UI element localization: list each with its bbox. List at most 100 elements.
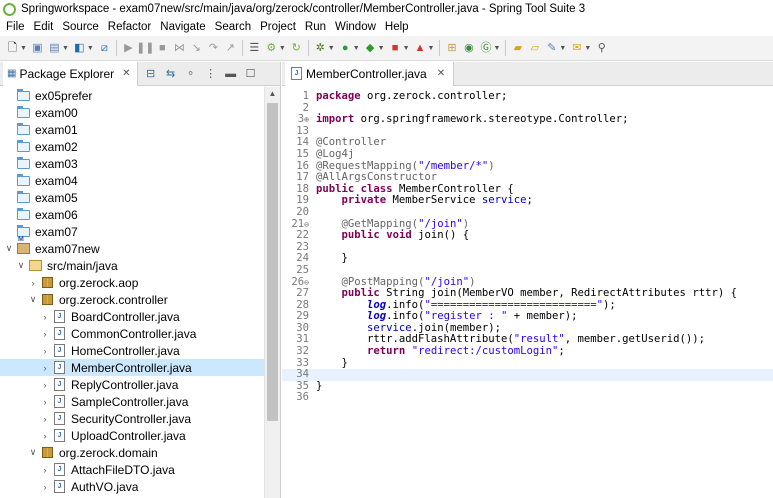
tree-item[interactable]: › CommonController.java (0, 325, 264, 342)
disconnect-icon[interactable]: ⋈ (173, 42, 186, 55)
skip-breakpoints-icon[interactable]: ⧄ (98, 42, 111, 55)
scroll-up-icon[interactable]: ▲ (265, 87, 280, 101)
code-line[interactable]: 23 (282, 241, 773, 254)
resume-icon[interactable]: ▶ (122, 42, 135, 55)
tree-item[interactable]: › MemberController.java (0, 359, 264, 376)
expanded-arrow-icon[interactable]: ∨ (28, 447, 38, 458)
new-icon[interactable]: 🗋 (6, 42, 19, 55)
code-line[interactable]: 33 } (282, 357, 773, 370)
run-server-icon[interactable]: ◆ (364, 42, 377, 55)
annotation-icon[interactable]: ✉ (570, 42, 583, 55)
tree-item[interactable]: › BoardController.java (0, 308, 264, 325)
suspend-icon[interactable]: ❚❚ (136, 42, 154, 55)
tree-item[interactable]: › SampleController.java (0, 393, 264, 410)
close-icon[interactable]: ✕ (437, 68, 445, 79)
tree-item[interactable]: ∨ org.zerock.controller (0, 291, 264, 308)
tree-item[interactable]: › AttachFileDTO.java (0, 461, 264, 478)
open-task-icon[interactable]: ▱ (528, 42, 541, 55)
refresh-icon[interactable]: ↻ (290, 42, 303, 55)
tree-item[interactable]: exam06 (0, 206, 264, 223)
tree-item[interactable]: › SecurityController.java (0, 410, 264, 427)
fold-collapse-icon[interactable]: ⊖ (304, 278, 309, 287)
step-over-icon[interactable]: ↷ (207, 42, 220, 55)
tab-package-explorer[interactable]: ▦ Package Explorer ✕ (3, 62, 138, 86)
run-icon[interactable]: ● (339, 42, 352, 55)
debug-icon[interactable]: ✲ (314, 42, 327, 55)
collapsed-arrow-icon[interactable]: › (28, 278, 38, 288)
code-line[interactable]: 19 private MemberService service; (282, 195, 773, 207)
menu-navigate[interactable]: Navigate (157, 21, 211, 33)
menu-search[interactable]: Search (212, 21, 257, 33)
step-into-icon[interactable]: ↘ (190, 42, 203, 55)
code-line[interactable]: 1 package org.zerock.controller; (282, 90, 773, 103)
run-dropdown-icon[interactable]: ▼ (353, 45, 360, 52)
debug-dropdown-icon[interactable]: ▼ (328, 45, 335, 52)
collapse-all-icon[interactable]: ⊟ (144, 67, 158, 81)
menu-source[interactable]: Source (59, 21, 104, 33)
close-icon[interactable]: ✕ (122, 68, 130, 79)
code-line[interactable]: 22 public void join() { (282, 229, 773, 242)
code-line[interactable]: 3⊕ import org.springframework.stereotype.… (282, 113, 773, 126)
fold-expand-icon[interactable]: ⊕ (304, 115, 309, 124)
collapsed-arrow-icon[interactable]: › (40, 346, 50, 356)
tree-item[interactable]: › UploadController.java (0, 427, 264, 444)
stop-icon[interactable]: ■ (389, 42, 402, 55)
collapsed-arrow-icon[interactable]: › (40, 380, 50, 390)
tree-item[interactable]: ex05prefer (0, 87, 264, 104)
search-dropdown-icon[interactable]: ▼ (559, 45, 566, 52)
menu-refactor[interactable]: Refactor (105, 21, 157, 33)
code-line[interactable]: 36 (282, 392, 773, 404)
link-with-editor-icon[interactable]: ⇆ (164, 67, 178, 81)
code-line[interactable]: 35} (282, 380, 773, 393)
expanded-arrow-icon[interactable]: ∨ (16, 260, 26, 271)
tree-item[interactable]: exam05 (0, 189, 264, 206)
save-icon[interactable]: ▣ (31, 42, 44, 55)
save-dropdown-icon[interactable]: ▼ (62, 45, 69, 52)
tree-item[interactable]: exam01 (0, 121, 264, 138)
focus-icon[interactable]: ⚬ (184, 67, 198, 81)
search-icon[interactable]: ✎ (545, 42, 558, 55)
tree-item[interactable]: › ReplyController.java (0, 376, 264, 393)
minimize-icon[interactable]: ▬ (224, 67, 238, 81)
tree-item[interactable]: exam07 (0, 223, 264, 240)
menu-edit[interactable]: Edit (31, 21, 60, 33)
stop-dropdown-icon[interactable]: ▼ (403, 45, 410, 52)
step-return-icon[interactable]: ↗ (224, 42, 237, 55)
tree-item[interactable]: › AuthVO.java (0, 478, 264, 495)
new-interface-icon[interactable]: Ⓖ (479, 42, 492, 55)
console-dropdown-icon[interactable]: ▼ (87, 45, 94, 52)
tree-item[interactable]: › org.zerock.aop (0, 274, 264, 291)
collapsed-arrow-icon[interactable]: › (40, 414, 50, 424)
tree-item[interactable]: exam00 (0, 104, 264, 121)
expanded-arrow-icon[interactable]: ∨ (28, 294, 38, 305)
external-tools-icon[interactable]: ▲ (414, 42, 427, 55)
scrollbar-thumb[interactable] (267, 103, 278, 421)
view-menu-icon[interactable]: ⋮ (204, 67, 218, 81)
expanded-arrow-icon[interactable]: ∨ (4, 243, 14, 254)
toggle-layout-icon[interactable]: ☰ (248, 42, 261, 55)
code-line[interactable]: 34 (282, 368, 773, 381)
console-icon[interactable]: ◧ (73, 42, 86, 55)
code-line[interactable]: 32 return "redirect:/customLogin"; (282, 345, 773, 358)
new-class-icon[interactable]: ◉ (462, 42, 475, 55)
menu-window[interactable]: Window (332, 21, 382, 33)
new-type-dropdown-icon[interactable]: ▼ (493, 45, 500, 52)
tree-item[interactable]: ∨ exam07new (0, 236, 264, 257)
code-line[interactable]: 14 @Controller (282, 137, 773, 149)
tree-item[interactable]: exam03 (0, 155, 264, 172)
menu-run[interactable]: Run (302, 21, 332, 33)
collapsed-arrow-icon[interactable]: › (40, 363, 50, 373)
tree-item[interactable]: ∨ src/main/java (0, 257, 264, 274)
terminate-icon[interactable]: ■ (156, 42, 169, 55)
tree-item[interactable]: ∨ org.zerock.domain (0, 444, 264, 461)
save-all-icon[interactable]: ▤ (48, 42, 61, 55)
collapsed-arrow-icon[interactable]: › (40, 329, 50, 339)
tab-member-controller[interactable]: MemberController.java ✕ (285, 62, 455, 86)
collapsed-arrow-icon[interactable]: › (40, 312, 50, 322)
maximize-icon[interactable]: ☐ (244, 67, 258, 81)
tree-item[interactable]: exam04 (0, 172, 264, 189)
menu-file[interactable]: File (3, 21, 31, 33)
collapsed-arrow-icon[interactable]: › (40, 465, 50, 475)
code-area[interactable]: 1 package org.zerock.controller; 2 3 ⊕ import… (282, 87, 773, 498)
boot-dashboard-icon[interactable]: ⚙ (265, 42, 278, 55)
